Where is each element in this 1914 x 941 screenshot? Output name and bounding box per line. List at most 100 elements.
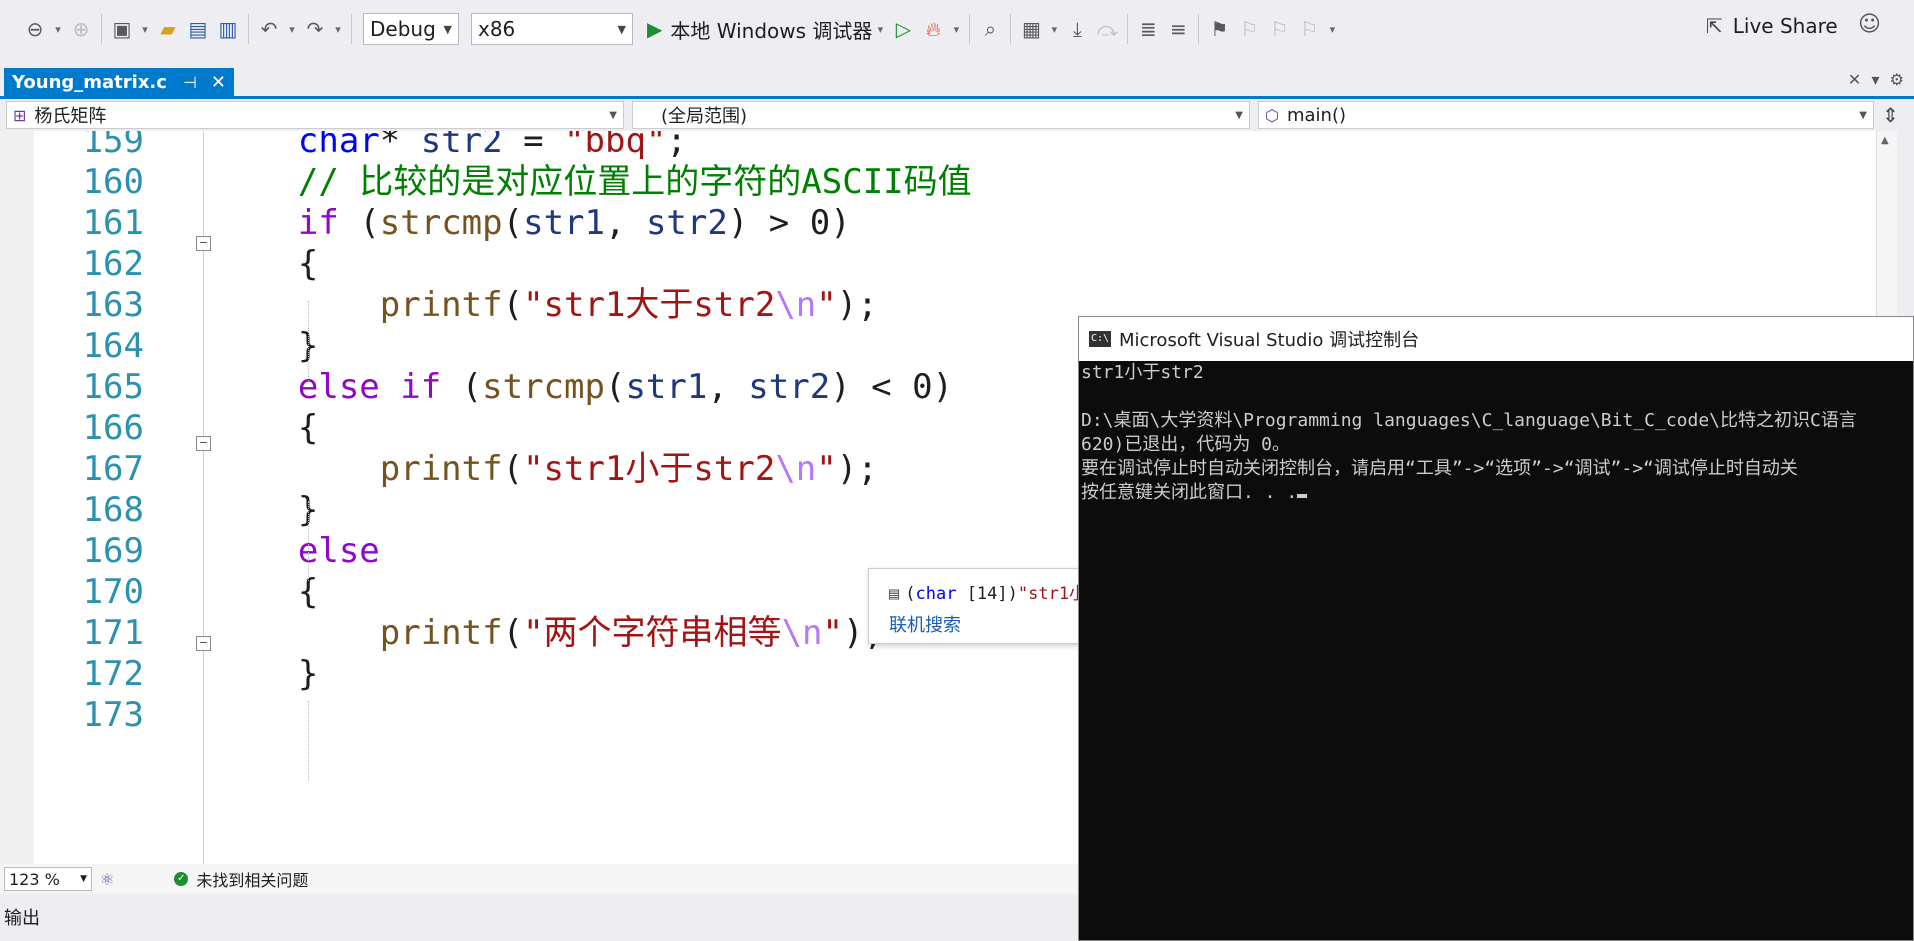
solution-configuration-select[interactable]: Debug ▼ bbox=[363, 13, 459, 45]
main-toolbar: ⊖ ▾ ⊕ ▣ ▾ ▰ ▤ ▥ ↶ ▾ ↷ ▾ Debug ▼ x86 ▼ ▶ … bbox=[0, 0, 1914, 58]
project-value: 杨氏矩阵 bbox=[34, 106, 107, 127]
solution-platform-select[interactable]: x86 ▼ bbox=[471, 13, 633, 45]
code-token: ( bbox=[441, 367, 483, 407]
dropdown-arrow-icon[interactable]: ▾ bbox=[137, 14, 153, 44]
collapse-icon[interactable]: − bbox=[196, 636, 211, 651]
find-in-files-icon[interactable]: ⌕ bbox=[975, 14, 1005, 44]
separator bbox=[1198, 14, 1200, 44]
chevron-down-icon[interactable]: ▾ bbox=[1871, 70, 1879, 89]
step-into-icon[interactable]: ⤓ bbox=[1062, 14, 1092, 44]
code-token: } bbox=[216, 490, 319, 530]
code-token: ( bbox=[502, 613, 524, 653]
code-token: , bbox=[707, 367, 749, 407]
dropdown-arrow-icon[interactable]: ▾ bbox=[50, 14, 66, 44]
code-token: str2 bbox=[748, 367, 831, 407]
start-debugging-button[interactable]: ▶ 本地 Windows 调试器 bbox=[647, 15, 872, 44]
hot-reload-icon[interactable]: 🔥︎ bbox=[918, 14, 948, 44]
code-token: } bbox=[216, 326, 319, 366]
scroll-up-icon[interactable]: ▲ bbox=[1881, 135, 1889, 146]
pin-icon[interactable]: ⊣ bbox=[183, 73, 197, 92]
tooltip-type: (char [14]) bbox=[905, 584, 1018, 604]
code-token: \n bbox=[781, 613, 823, 653]
navigate-back-icon[interactable]: ⊖ bbox=[20, 14, 50, 44]
chevron-down-icon: ▼ bbox=[609, 109, 617, 121]
share-icon: ⇱ bbox=[1706, 14, 1723, 38]
code-token: if bbox=[297, 203, 339, 243]
scope-select[interactable]: (全局范围) ▼ bbox=[632, 101, 1250, 129]
code-token: " bbox=[816, 449, 837, 489]
line-number: 173 bbox=[82, 695, 144, 735]
window-layout-icon[interactable]: ▦ bbox=[1016, 14, 1046, 44]
code-token: " bbox=[822, 613, 843, 653]
save-icon[interactable]: ▤ bbox=[183, 14, 213, 44]
split-window-icon[interactable]: ⇕ bbox=[1882, 103, 1899, 127]
collapse-icon[interactable]: − bbox=[196, 436, 211, 451]
member-select[interactable]: ⬡ main() ▼ bbox=[1258, 101, 1874, 129]
code-token: ); bbox=[836, 285, 878, 325]
start-without-debugging-icon[interactable]: ▷ bbox=[888, 14, 918, 44]
console-line: 620)已退出，代码为 0。 bbox=[1081, 434, 1291, 455]
project-icon: ⊞ bbox=[13, 105, 27, 125]
live-share-label: Live Share bbox=[1732, 14, 1838, 38]
zoom-value: 123 % bbox=[9, 869, 60, 889]
new-project-icon[interactable]: ▣ bbox=[107, 14, 137, 44]
bookmark-icon[interactable]: ⚑ bbox=[1204, 14, 1234, 44]
console-titlebar[interactable]: C:\ Microsoft Visual Studio 调试控制台 bbox=[1079, 317, 1913, 361]
console-line: str1小于str2 bbox=[1081, 362, 1204, 383]
code-token: "两个字符串相等 bbox=[523, 613, 782, 653]
prev-bookmark-icon[interactable]: ⚐ bbox=[1234, 14, 1264, 44]
console-line: 要在调试停止时自动关闭控制台，请启用“工具”->“选项”->“调试”->“调试停… bbox=[1081, 458, 1798, 479]
code-token: ( bbox=[502, 285, 524, 325]
dropdown-arrow-icon[interactable]: ▾ bbox=[330, 14, 346, 44]
code-token: { bbox=[216, 408, 319, 448]
play-icon: ▶ bbox=[647, 17, 663, 41]
dropdown-arrow-icon[interactable]: ▾ bbox=[1324, 14, 1340, 44]
live-share-button[interactable]: ⇱ Live Share bbox=[1706, 14, 1838, 38]
code-token: \n bbox=[775, 285, 817, 325]
code-token: ( bbox=[338, 203, 380, 243]
code-token: str1 bbox=[625, 367, 708, 407]
issues-status[interactable]: 未找到相关问题 bbox=[196, 867, 308, 891]
search-online-link[interactable]: 联机搜索 bbox=[889, 611, 961, 637]
code-token: printf bbox=[379, 449, 503, 489]
code-token: printf bbox=[379, 613, 503, 653]
navigate-forward-icon[interactable]: ⊕ bbox=[66, 14, 96, 44]
debug-console-window[interactable]: C:\ Microsoft Visual Studio 调试控制台 str1小于… bbox=[1078, 316, 1914, 941]
code-token: ) > 0) bbox=[727, 203, 851, 243]
save-all-icon[interactable]: ▥ bbox=[213, 14, 243, 44]
collapse-icon[interactable]: − bbox=[196, 236, 211, 251]
code-token: " bbox=[816, 285, 837, 325]
code-token: { bbox=[216, 244, 319, 284]
feedback-icon[interactable]: ☺ bbox=[1858, 12, 1881, 37]
code-token: strcmp bbox=[482, 367, 605, 407]
indent-guide bbox=[308, 301, 309, 381]
intellicode-icon[interactable]: ⚛ bbox=[100, 870, 114, 889]
code-token: { bbox=[216, 572, 319, 612]
indent-icon[interactable]: ≣ bbox=[1133, 14, 1163, 44]
gear-icon[interactable]: ⚙ bbox=[1890, 70, 1904, 89]
tab-young-matrix[interactable]: Young_matrix.c ⊣ ✕ bbox=[4, 68, 234, 96]
dropdown-arrow-icon[interactable]: ▾ bbox=[284, 14, 300, 44]
redo-icon[interactable]: ↷ bbox=[300, 14, 330, 44]
indent-guide bbox=[308, 501, 309, 581]
open-file-icon[interactable]: ▰ bbox=[153, 14, 183, 44]
undo-icon[interactable]: ↶ bbox=[254, 14, 284, 44]
step-over-icon[interactable]: ⤼ bbox=[1092, 14, 1122, 44]
code-token: else if bbox=[297, 367, 442, 407]
clear-bookmarks-icon[interactable]: ⚐ bbox=[1294, 14, 1324, 44]
zoom-select[interactable]: 123 % ▼ bbox=[4, 867, 92, 891]
dropdown-arrow-icon[interactable]: ▾ bbox=[948, 14, 964, 44]
project-select[interactable]: ⊞ 杨氏矩阵 ▼ bbox=[6, 101, 624, 129]
console-output: str1小于str2 D:\桌面\大学资料\Programming langua… bbox=[1081, 361, 1911, 505]
function-icon: ⬡ bbox=[1265, 105, 1279, 125]
dropdown-arrow-icon[interactable]: ▾ bbox=[1046, 14, 1062, 44]
next-bookmark-icon[interactable]: ⚐ bbox=[1264, 14, 1294, 44]
close-icon[interactable]: ✕ bbox=[211, 72, 226, 93]
comment-icon[interactable]: ≡ bbox=[1163, 14, 1193, 44]
dropdown-arrow-icon[interactable]: ▾ bbox=[872, 14, 888, 44]
close-all-icon[interactable]: ✕ bbox=[1848, 70, 1861, 89]
output-panel-title[interactable]: 输出 bbox=[4, 904, 40, 930]
